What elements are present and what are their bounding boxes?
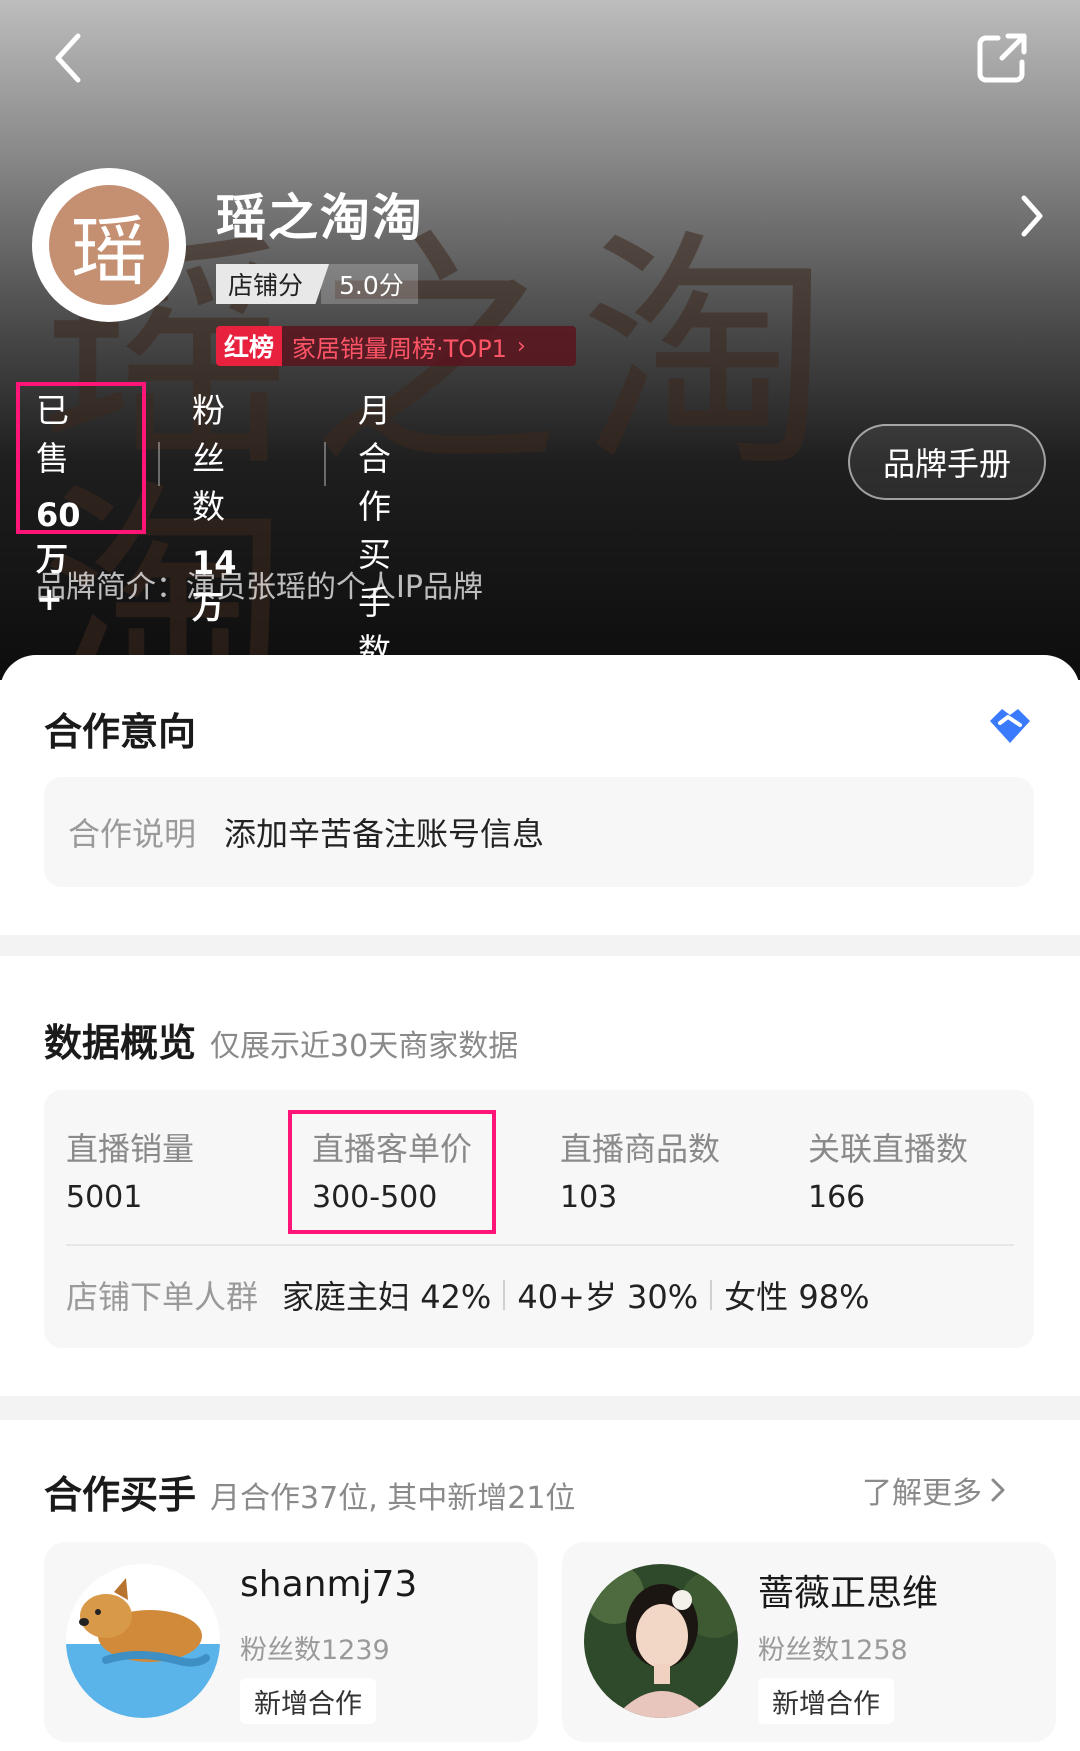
rank-arrow-icon: › bbox=[516, 333, 526, 359]
metric-value: 5001 bbox=[66, 1180, 143, 1215]
buyer-name: shanmj73 bbox=[240, 1564, 418, 1605]
buyer-new-tag: 新增合作 bbox=[758, 1678, 894, 1724]
buyer-fans: 粉丝数1239 bbox=[240, 1635, 390, 1666]
buyer-name: 蔷薇正思维 bbox=[758, 1573, 939, 1614]
section-title: 合作意向 bbox=[44, 710, 197, 754]
rank-text: 家居销量周榜·TOP1 bbox=[292, 334, 507, 363]
handshake-icon[interactable] bbox=[986, 705, 1034, 747]
metric-label: 关联直播数 bbox=[808, 1130, 969, 1168]
stat-label: 月合作买手数 bbox=[358, 391, 391, 670]
audience-divider bbox=[503, 1280, 506, 1310]
brand-header: 瑶之淘淘 瑶 瑶之淘淘 店铺分 5.0分 红榜 家居销量周榜·TOP1 › 已售… bbox=[0, 0, 1080, 680]
buyer-card[interactable]: 蔷薇正思维 粉丝数1258 新增合作 bbox=[562, 1542, 1056, 1742]
shop-name[interactable]: 瑶之淘淘 bbox=[216, 178, 424, 250]
learn-more-link[interactable]: 了解更多 bbox=[862, 1468, 1006, 1512]
learn-more-label: 了解更多 bbox=[862, 1476, 982, 1511]
data-overview-section: 数据概览 仅展示近30天商家数据 直播销量 5001 直播客单价 300-500 … bbox=[0, 956, 1080, 1396]
back-arrow-icon[interactable] bbox=[48, 28, 92, 88]
metric-live-sales: 直播销量 5001 bbox=[66, 1124, 194, 1215]
audience-item: 女性 98% bbox=[724, 1278, 870, 1316]
rank-banner[interactable]: 红榜 家居销量周榜·TOP1 › bbox=[216, 326, 576, 366]
data-subtitle: 仅展示近30天商家数据 bbox=[210, 1029, 519, 1064]
metric-value: 103 bbox=[560, 1180, 618, 1215]
metric-label: 直播销量 bbox=[66, 1130, 195, 1168]
metric-live-price: 直播客单价 300-500 bbox=[312, 1124, 472, 1215]
metric-label: 直播商品数 bbox=[560, 1130, 721, 1168]
note-label: 合作说明 bbox=[68, 815, 197, 853]
cooperation-note: 合作说明 添加辛苦备注账号信息 bbox=[44, 777, 1034, 887]
shop-score-tag: 店铺分 5.0分 bbox=[216, 264, 418, 304]
share-icon[interactable] bbox=[972, 28, 1032, 88]
section-separator bbox=[0, 1396, 1080, 1420]
stat-divider bbox=[324, 442, 326, 486]
audience-item: 家庭主妇 42% bbox=[282, 1278, 492, 1316]
metric-value: 300-500 bbox=[312, 1180, 438, 1215]
buyer-avatar-dog bbox=[66, 1564, 220, 1718]
cooperation-section: 合作意向 合作说明 添加辛苦备注账号信息 bbox=[0, 655, 1080, 935]
section-title: 数据概览 仅展示近30天商家数据 bbox=[44, 1012, 518, 1067]
metric-label: 直播客单价 bbox=[312, 1130, 473, 1168]
rank-badge: 红榜 bbox=[216, 326, 283, 366]
stat-monthly-buyers: 月合作买手数 37 bbox=[358, 384, 403, 680]
data-metrics-box: 直播销量 5001 直播客单价 300-500 直播商品数 103 关联直播数 … bbox=[44, 1090, 1034, 1348]
buyer-fans: 粉丝数1258 bbox=[758, 1635, 908, 1666]
order-audience: 店铺下单人群 家庭主妇 42% 40+岁 30% 女性 98% bbox=[66, 1260, 869, 1330]
score-label: 店铺分 bbox=[216, 264, 330, 304]
buyers-title: 合作买手 bbox=[44, 1473, 197, 1517]
buyer-card[interactable]: shanmj73 粉丝数1239 新增合作 bbox=[44, 1542, 538, 1742]
brand-intro: 品牌简介：演员张瑶的个人IP品牌 bbox=[36, 570, 483, 605]
shop-avatar[interactable]: 瑶 bbox=[32, 168, 186, 322]
brand-manual-button[interactable]: 品牌手册 bbox=[848, 424, 1046, 500]
section-separator bbox=[0, 935, 1080, 956]
section-title: 合作买手 月合作37位, 其中新增21位 bbox=[44, 1464, 575, 1519]
score-value: 5.0分 bbox=[321, 264, 418, 304]
chevron-right-icon bbox=[991, 1478, 1005, 1502]
divider bbox=[66, 1244, 1014, 1246]
audience-label: 店铺下单人群 bbox=[66, 1278, 259, 1316]
buyers-subtitle: 月合作37位, 其中新增21位 bbox=[210, 1481, 576, 1516]
stat-divider bbox=[158, 442, 160, 486]
audience-item: 40+岁 30% bbox=[517, 1278, 699, 1316]
buyers-section: 合作买手 月合作37位, 其中新增21位 了解更多 shanmj73 粉丝数123… bbox=[0, 1420, 1080, 1751]
chevron-right-icon[interactable] bbox=[1016, 192, 1046, 240]
stat-label: 粉丝数 bbox=[192, 391, 225, 526]
note-text: 添加辛苦备注账号信息 bbox=[224, 815, 545, 853]
avatar-logo: 瑶 bbox=[49, 185, 169, 305]
audience-divider bbox=[710, 1280, 713, 1310]
data-title: 数据概览 bbox=[44, 1021, 197, 1065]
buyer-avatar-photo bbox=[584, 1564, 738, 1718]
metric-live-products: 直播商品数 103 bbox=[560, 1124, 720, 1215]
buyer-new-tag: 新增合作 bbox=[240, 1678, 376, 1724]
metric-related-lives: 关联直播数 166 bbox=[808, 1124, 968, 1215]
metric-value: 166 bbox=[808, 1180, 866, 1215]
stat-label: 已售 bbox=[36, 391, 69, 478]
